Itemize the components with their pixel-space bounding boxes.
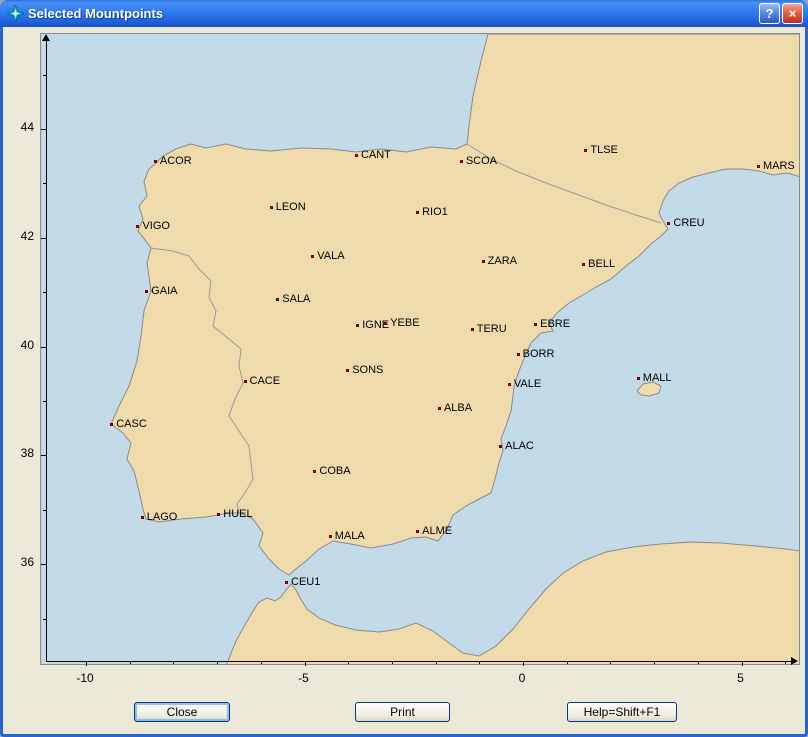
y-tick-label: 36 — [6, 555, 34, 569]
titlebar[interactable]: Selected Mountpoints ? × — [0, 0, 808, 27]
y-tick-label: 44 — [6, 120, 34, 134]
station-marker-TERU — [471, 328, 474, 331]
station-label-SCOA: SCOA — [466, 155, 497, 168]
print-button[interactable]: Print — [355, 702, 450, 722]
station-label-MALL: MALL — [643, 372, 672, 385]
station-marker-CREU — [667, 222, 670, 225]
x-axis-line — [46, 661, 791, 662]
station-marker-ALAC — [499, 445, 502, 448]
station-label-YEBE: YEBE — [390, 317, 419, 330]
station-label-ALAC: ALAC — [505, 440, 534, 453]
station-label-COBA: COBA — [319, 465, 350, 478]
station-label-TLSE: TLSE — [590, 144, 618, 157]
station-marker-SCOA — [460, 160, 463, 163]
station-marker-EBRE — [534, 323, 537, 326]
station-label-EBRE: EBRE — [540, 318, 570, 331]
y-tick-label: 38 — [6, 446, 34, 460]
station-label-ZARA: ZARA — [488, 255, 517, 268]
station-marker-ALBA — [438, 407, 441, 410]
landmass-north-africa — [226, 542, 799, 664]
station-label-MARS: MARS — [763, 160, 795, 173]
station-label-VIGO: VIGO — [142, 220, 170, 233]
iberia-map — [41, 34, 799, 664]
titlebar-close-button[interactable]: × — [782, 3, 803, 24]
station-label-ALBA: ALBA — [444, 402, 472, 415]
station-label-RIO1: RIO1 — [422, 206, 448, 219]
station-label-ACOR: ACOR — [160, 155, 192, 168]
station-marker-VALA — [311, 255, 314, 258]
station-marker-LEON — [270, 206, 273, 209]
station-marker-VALE — [508, 383, 511, 386]
station-label-CREU: CREU — [673, 217, 704, 230]
station-marker-SALA — [276, 298, 279, 301]
titlebar-help-button[interactable]: ? — [759, 3, 780, 24]
station-marker-CACE — [244, 380, 247, 383]
close-button[interactable]: Close — [134, 702, 230, 722]
station-marker-MALA — [329, 535, 332, 538]
x-tick-label: -5 — [284, 671, 324, 685]
x-tick-label: 5 — [721, 671, 761, 685]
landmass-iberia-france — [111, 34, 799, 575]
station-label-MALA: MALA — [335, 530, 365, 543]
station-label-SALA: SALA — [282, 293, 310, 306]
station-label-SONS: SONS — [352, 364, 383, 377]
station-label-BELL: BELL — [588, 258, 615, 271]
help-shortcut-button[interactable]: Help=Shift+F1 — [567, 702, 677, 722]
station-label-CANT: CANT — [361, 149, 391, 162]
station-marker-CEU1 — [285, 581, 288, 584]
map-plot: ACOR CANT SCOA TLSE MARS VIGO LEON RIO1 CREU VALA… — [40, 33, 800, 665]
station-marker-CASC — [110, 423, 113, 426]
x-tick-label: 0 — [502, 671, 542, 685]
station-marker-MARS — [757, 165, 760, 168]
y-tick-label: 40 — [6, 338, 34, 352]
station-label-BORR: BORR — [523, 348, 555, 361]
station-label-LAGO: LAGO — [147, 511, 178, 524]
station-label-TERU: TERU — [477, 323, 507, 336]
station-marker-ALME — [416, 530, 419, 533]
station-marker-CANT — [355, 154, 358, 157]
y-axis-line — [46, 40, 47, 662]
station-marker-IGNE — [356, 324, 359, 327]
station-label-HUEL: HUEL — [223, 508, 252, 521]
station-marker-VIGO — [136, 225, 139, 228]
station-label-CASC: CASC — [116, 418, 147, 431]
station-marker-COBA — [313, 470, 316, 473]
app-icon — [7, 5, 24, 22]
y-axis-arrow-icon — [42, 34, 50, 41]
station-marker-YEBE — [384, 322, 387, 325]
station-label-CEU1: CEU1 — [291, 576, 320, 589]
station-marker-HUEL — [217, 513, 220, 516]
station-label-GAIA: GAIA — [151, 285, 177, 298]
station-marker-BORR — [517, 353, 520, 356]
y-tick-label: 42 — [6, 229, 34, 243]
station-label-CACE: CACE — [250, 375, 281, 388]
station-marker-LAGO — [141, 516, 144, 519]
station-marker-RIO1 — [416, 211, 419, 214]
station-marker-GAIA — [145, 290, 148, 293]
station-marker-MALL — [637, 377, 640, 380]
x-axis-arrow-icon — [791, 657, 798, 665]
station-label-LEON: LEON — [276, 201, 306, 214]
station-marker-ZARA — [482, 260, 485, 263]
station-marker-BELL — [582, 263, 585, 266]
dialog-window: Selected Mountpoints ? × ACOR CANT SCOA TLS… — [0, 0, 808, 737]
station-label-VALE: VALE — [514, 378, 541, 391]
station-label-ALME: ALME — [422, 525, 452, 538]
window-title: Selected Mountpoints — [28, 6, 757, 21]
station-marker-ACOR — [154, 160, 157, 163]
station-label-VALA: VALA — [317, 250, 344, 263]
x-tick-label: -10 — [65, 671, 105, 685]
station-marker-TLSE — [584, 149, 587, 152]
station-marker-SONS — [346, 369, 349, 372]
